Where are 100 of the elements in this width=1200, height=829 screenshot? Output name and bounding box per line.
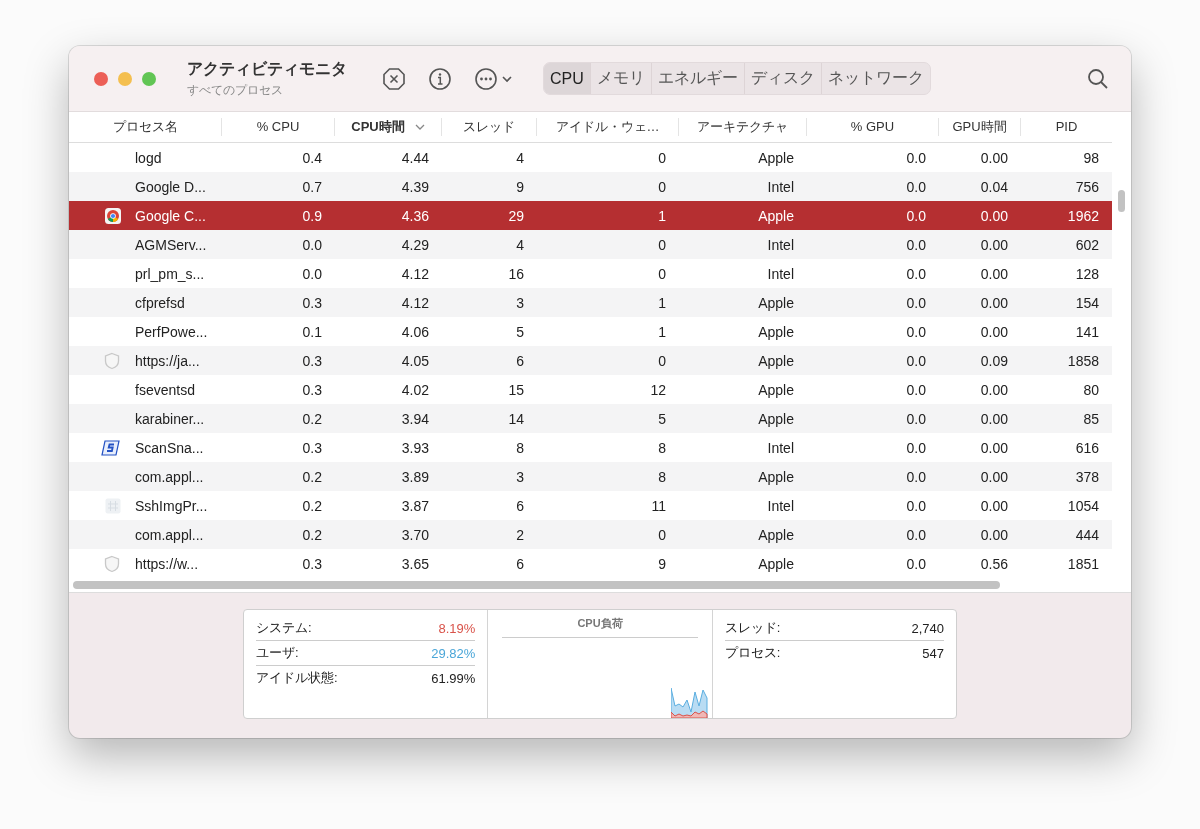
table-cell-text: 0.9 [301, 207, 323, 224]
table-cell-text: Apple [757, 207, 795, 224]
table-cell-text: Google D... [135, 178, 207, 195]
table-cell-text: Intel [766, 236, 795, 253]
column-header[interactable]: プロセス名 [69, 118, 222, 136]
table-cell-text: 0.0 [905, 352, 927, 369]
horizontal-scrollbar[interactable] [73, 581, 1000, 589]
table-cell-text: 4 [515, 236, 525, 253]
table-cell-text: 0.4 [301, 149, 323, 166]
table-cell-text: 0.00 [979, 323, 1009, 340]
table-cell-text: 0.2 [301, 468, 323, 485]
column-header[interactable]: % CPU [222, 118, 335, 136]
table-cell-text: 0.0 [905, 555, 927, 572]
more-actions-icon[interactable] [474, 66, 514, 91]
table-cell-text: 141 [1074, 323, 1100, 340]
column-header[interactable]: スレッド [442, 118, 537, 136]
table-cell-text: 3.65 [400, 555, 430, 572]
vertical-scrollbar[interactable] [1118, 190, 1125, 212]
table-cell-text: 0.2 [301, 526, 323, 543]
column-header[interactable]: アーキテクチャ [679, 118, 807, 136]
table-cell-text: https://w... [135, 555, 200, 572]
stat-label: アイドル状態: [256, 669, 338, 687]
zoom-button[interactable] [142, 71, 156, 86]
table-cell-text: 4.12 [400, 294, 430, 311]
table-cell-text: 0 [657, 149, 667, 166]
table-cell-text: Apple [757, 468, 795, 485]
table-row[interactable]: Google C... 0.9 4.36 29 1 Apple 0.0 0.00 1962 [69, 201, 1112, 230]
table-cell-text: 11 [650, 497, 667, 514]
table-cell-text: 4.39 [400, 178, 430, 195]
table-cell-text: 3.94 [400, 410, 430, 427]
table-cell-text: Intel [766, 497, 795, 514]
table-row[interactable]: karabiner... 0.2 3.94 14 5 Apple 0.0 0.00 85 [69, 404, 1112, 433]
table-cell-text: ScanSna... [135, 439, 205, 456]
table-cell-text: karabiner... [135, 410, 206, 427]
table-cell-text: 0.00 [979, 149, 1009, 166]
table-row[interactable]: Google D... 0.7 4.39 9 0 Intel 0.0 0.04 756 [69, 172, 1112, 201]
table-row[interactable]: https://ja... 0.3 4.05 6 0 Apple 0.0 0.09 1858 [69, 346, 1112, 375]
info-icon[interactable] [428, 66, 452, 91]
window-subtitle: すべてのプロセス [187, 81, 284, 99]
tab[interactable]: メモリ [589, 63, 651, 94]
table-cell-text: com.appl... [135, 468, 205, 485]
table-cell-text: 0.00 [979, 294, 1009, 311]
table-cell-text: 98 [1082, 149, 1100, 166]
table-cell-text: 0.3 [301, 352, 323, 369]
table-cell-text: 0.7 [301, 178, 323, 195]
table-cell-text: 8 [657, 468, 667, 485]
table-cell-text: 0.1 [301, 323, 323, 340]
table-cell-text: 5 [515, 323, 525, 340]
column-header[interactable]: CPU時間 [335, 118, 442, 136]
table-cell-text: https://ja... [135, 352, 201, 369]
table-cell-text: 9 [515, 178, 525, 195]
tab[interactable]: ネットワーク [820, 63, 930, 94]
table-cell-text: SshImgPr... [135, 497, 209, 514]
table-cell-text: 5 [657, 410, 667, 427]
stop-process-icon[interactable] [382, 66, 406, 91]
table-cell-text: logd [135, 149, 163, 166]
table-cell-text: 9 [657, 555, 667, 572]
tab[interactable]: ディスク [743, 63, 821, 94]
table-cell-text: Intel [766, 439, 795, 456]
table-cell-text: 154 [1074, 294, 1100, 311]
table-cell-text: 0.0 [905, 381, 927, 398]
table-cell-text: 3.93 [400, 439, 430, 456]
close-button[interactable] [94, 71, 108, 86]
table-cell-text: 1 [657, 207, 667, 224]
table-cell-text: 1 [657, 323, 667, 340]
table-cell-text: 0.00 [979, 526, 1009, 543]
table-cell-text: 0.0 [905, 323, 927, 340]
table-cell-text: 4 [515, 149, 525, 166]
search-icon[interactable] [1087, 67, 1109, 90]
table-cell-text: 0.56 [979, 555, 1009, 572]
table-cell-text: PerfPowe... [135, 323, 209, 340]
table-cell-text: 0.00 [979, 236, 1009, 253]
minimize-button[interactable] [118, 71, 132, 86]
table-cell-text: 4.36 [400, 207, 430, 224]
table-cell-text: 3 [515, 468, 525, 485]
stat-label: ユーザ: [256, 644, 299, 662]
table-cell-text: 756 [1074, 178, 1100, 195]
table-cell-text: fseventsd [135, 381, 196, 398]
table-cell-text: 0.04 [979, 178, 1009, 195]
table-row[interactable]: com.appl... 0.2 3.70 2 0 Apple 0.0 0.00 444 [69, 520, 1112, 549]
table-cell-text: 0.00 [979, 207, 1009, 224]
column-header[interactable]: % GPU [807, 118, 939, 136]
table-row[interactable]: com.appl... 0.2 3.89 3 8 Apple 0.0 0.00 378 [69, 462, 1112, 491]
table-row[interactable]: AGMServ... 0.0 4.29 4 0 Intel 0.0 0.00 602 [69, 230, 1112, 259]
table-cell-text: 0.3 [301, 294, 323, 311]
table-cell-text: 0.2 [301, 497, 323, 514]
table-cell-text: 0 [657, 236, 667, 253]
stat-value: 29.82% [431, 645, 476, 661]
table-row[interactable]: cfprefsd 0.3 4.12 3 1 Apple 0.0 0.00 154 [69, 288, 1112, 317]
column-header[interactable]: アイドル・ウェ… [537, 118, 679, 136]
table-cell-text: 128 [1074, 265, 1100, 282]
table-cell-text: 1851 [1066, 555, 1100, 572]
tab[interactable]: エネルギー [650, 63, 744, 94]
table-cell-text: 4.02 [400, 381, 430, 398]
column-header[interactable]: GPU時間 [939, 118, 1021, 136]
stat-label: システム: [256, 619, 312, 637]
table-cell-text: 4.05 [400, 352, 430, 369]
column-header[interactable]: PID [1021, 118, 1112, 136]
tab[interactable]: CPU [544, 63, 590, 94]
table-cell-text: 0.00 [979, 410, 1009, 427]
